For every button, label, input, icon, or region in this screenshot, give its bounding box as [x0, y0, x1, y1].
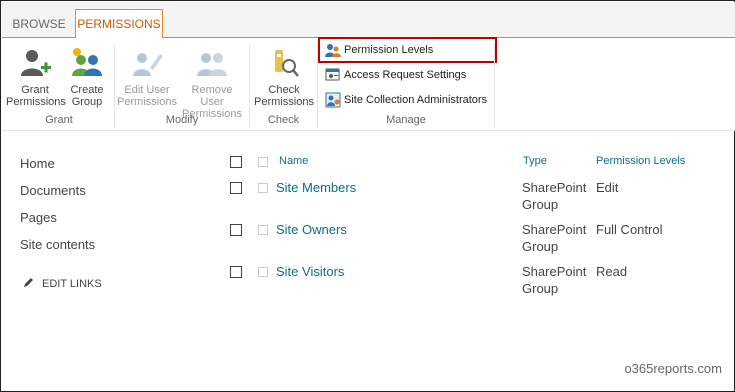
permission-levels-icon: [325, 42, 341, 58]
create-group-button[interactable]: Create Group: [64, 46, 110, 108]
ribbon-tab-strip: BROWSE PERMISSIONS: [2, 2, 735, 39]
group-type-line-1: SharePoint: [522, 264, 587, 279]
edit-label-2: Permissions: [117, 96, 177, 108]
group-type-line-2: Group: [522, 197, 559, 212]
row-checkbox[interactable]: [230, 182, 242, 194]
column-header-type[interactable]: Type: [523, 155, 547, 167]
permission-levels-label: Permission Levels: [344, 44, 434, 56]
group-label-manage: Manage: [386, 114, 426, 126]
tab-permissions[interactable]: PERMISSIONS: [75, 9, 163, 39]
remove-user-permissions-button[interactable]: Remove User Permissions: [179, 46, 245, 120]
grant-label-2: Permissions: [6, 96, 66, 108]
row-item-checkbox[interactable]: [258, 225, 268, 235]
group-type-line-2: Group: [522, 281, 559, 296]
check-permissions-icon: [267, 46, 301, 80]
grant-permissions-button[interactable]: Grant Permissions: [6, 46, 66, 108]
grant-permissions-icon: [18, 46, 52, 80]
nav-documents[interactable]: Documents: [20, 183, 86, 198]
ribbon: Grant Permissions Create Group Edit User…: [2, 37, 735, 131]
group-label-check: Check: [267, 114, 300, 126]
permission-level: Full Control: [596, 222, 663, 237]
nav-site-contents[interactable]: Site contents: [20, 237, 95, 252]
group-type-line-2: Group: [522, 239, 559, 254]
group-type-line-1: SharePoint: [522, 180, 587, 195]
group-link[interactable]: Site Visitors: [276, 264, 344, 279]
group-label-grant: Grant: [45, 114, 73, 126]
watermark: o365reports.com: [624, 361, 722, 376]
column-header-permission-levels[interactable]: Permission Levels: [596, 155, 685, 167]
edit-user-permissions-button[interactable]: Edit User Permissions: [117, 46, 177, 108]
grant-label-1: Grant: [21, 84, 49, 96]
nav-home[interactable]: Home: [20, 156, 55, 171]
create-group-icon: [70, 46, 104, 80]
create-label-2: Group: [71, 96, 103, 108]
create-label-1: Create: [70, 84, 104, 96]
access-request-settings-button[interactable]: Access Request Settings: [322, 65, 466, 85]
group-label-modify: Modify: [165, 114, 199, 126]
header-item-checkbox[interactable]: [258, 157, 268, 167]
column-header-name[interactable]: Name: [279, 155, 308, 167]
remove-label-1: Remove User: [191, 84, 233, 108]
group-link[interactable]: Site Members: [276, 180, 356, 195]
site-admins-label: Site Collection Administrators: [344, 94, 488, 106]
group-type-line-1: SharePoint: [522, 222, 587, 237]
tab-browse[interactable]: BROWSE: [11, 10, 67, 38]
site-collection-admins-button[interactable]: Site Collection Administrators: [322, 90, 487, 110]
app-frame: BROWSE PERMISSIONS Grant Permissions Cre…: [0, 0, 735, 392]
check-label-2: Permissions: [254, 96, 314, 108]
row-checkbox[interactable]: [230, 224, 242, 236]
remove-user-icon: [195, 46, 229, 80]
group-link[interactable]: Site Owners: [276, 222, 347, 237]
select-all-checkbox[interactable]: [230, 156, 242, 168]
permission-levels-button[interactable]: Permission Levels: [322, 40, 433, 60]
ribbon-separator: [494, 44, 495, 128]
check-label-1: Check: [268, 84, 300, 96]
edit-label-1: Edit User: [124, 84, 170, 96]
site-admins-icon: [325, 92, 341, 108]
permission-level: Read: [596, 264, 628, 279]
nav-pages[interactable]: Pages: [20, 210, 57, 225]
row-item-checkbox[interactable]: [258, 267, 268, 277]
row-item-checkbox[interactable]: [258, 183, 268, 193]
edit-user-icon: [130, 46, 164, 80]
access-request-icon: [325, 67, 341, 83]
pencil-icon: [23, 276, 35, 291]
check-permissions-button[interactable]: Check Permissions: [254, 46, 314, 108]
permission-level: Edit: [596, 180, 619, 195]
edit-links-label: EDIT LINKS: [42, 277, 102, 290]
row-checkbox[interactable]: [230, 266, 242, 278]
edit-links-button[interactable]: EDIT LINKS: [23, 276, 102, 291]
access-request-label: Access Request Settings: [344, 69, 467, 81]
